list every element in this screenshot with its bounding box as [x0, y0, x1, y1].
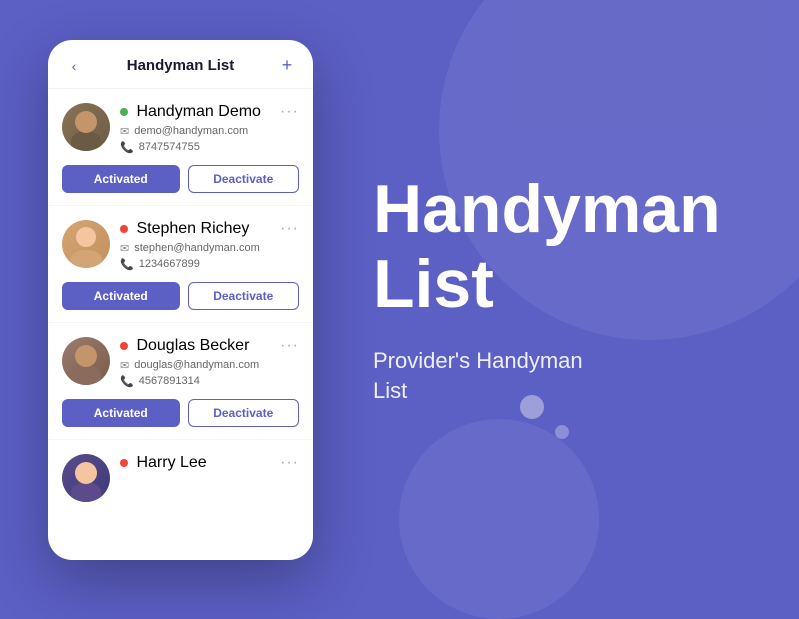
handyman-details: Douglas Becker ··· ✉ douglas@handyman.co… [120, 337, 299, 391]
handyman-details: Harry Lee ··· [120, 454, 299, 476]
screen-title: Handyman List [127, 57, 235, 74]
phone-icon: 📞 [120, 258, 134, 271]
list-item-partial: Harry Lee ··· [48, 440, 313, 516]
phone-header: ‹ Handyman List + [48, 40, 313, 89]
phone-icon: 📞 [120, 375, 134, 388]
action-row: Activated Deactivate [62, 165, 299, 193]
name-text: Harry Lee [136, 454, 206, 471]
name-row: Handyman Demo ··· [120, 103, 299, 121]
more-options-button[interactable]: ··· [280, 220, 299, 238]
handyman-name: Douglas Becker [120, 337, 249, 355]
name-row: Stephen Richey ··· [120, 220, 299, 238]
avatar [62, 103, 110, 151]
activated-button[interactable]: Activated [62, 165, 180, 193]
phone-screen: ‹ Handyman List + Handyman Demo ··· [48, 40, 313, 560]
email-row: ✉ stephen@handyman.com [120, 242, 299, 255]
email-text: demo@handyman.com [134, 125, 248, 137]
phone-text: 1234667899 [139, 258, 200, 270]
email-icon: ✉ [120, 359, 129, 372]
page-title: HandymanList [373, 172, 721, 322]
activated-button[interactable]: Activated [62, 399, 180, 427]
deactivate-button[interactable]: Deactivate [188, 165, 300, 193]
email-text: stephen@handyman.com [134, 242, 260, 254]
list-item: Stephen Richey ··· ✉ stephen@handyman.co… [48, 206, 313, 323]
handyman-name: Harry Lee [120, 454, 207, 472]
status-dot [120, 342, 128, 350]
deactivate-button[interactable]: Deactivate [188, 399, 300, 427]
more-options-button[interactable]: ··· [280, 103, 299, 121]
phone-text: 8747574755 [139, 141, 200, 153]
email-row: ✉ douglas@handyman.com [120, 359, 299, 372]
name-row: Douglas Becker ··· [120, 337, 299, 355]
handyman-name: Stephen Richey [120, 220, 249, 238]
email-text: douglas@handyman.com [134, 359, 259, 371]
email-row: ✉ demo@handyman.com [120, 125, 299, 138]
name-text: Stephen Richey [136, 220, 249, 237]
right-content-section: HandymanList Provider's HandymanList [373, 172, 721, 407]
email-icon: ✉ [120, 242, 129, 255]
status-dot [120, 225, 128, 233]
avatar [62, 337, 110, 385]
handyman-info-row: Harry Lee ··· [62, 454, 299, 502]
avatar [62, 454, 110, 502]
handyman-info-row: Handyman Demo ··· ✉ demo@handyman.com 📞 … [62, 103, 299, 157]
action-row: Activated Deactivate [62, 399, 299, 427]
name-text: Handyman Demo [136, 103, 261, 120]
handyman-details: Handyman Demo ··· ✉ demo@handyman.com 📞 … [120, 103, 299, 157]
handyman-name: Handyman Demo [120, 103, 261, 121]
phone-row: 📞 4567891314 [120, 375, 299, 388]
name-text: Douglas Becker [136, 337, 249, 354]
add-handyman-button[interactable]: + [277, 56, 297, 76]
handyman-info-row: Douglas Becker ··· ✉ douglas@handyman.co… [62, 337, 299, 391]
list-item: Douglas Becker ··· ✉ douglas@handyman.co… [48, 323, 313, 440]
bg-decoration-medium [399, 419, 599, 619]
avatar [62, 220, 110, 268]
phone-icon: 📞 [120, 141, 134, 154]
phone-row: 📞 1234667899 [120, 258, 299, 271]
status-dot [120, 108, 128, 116]
phone-row: 📞 8747574755 [120, 141, 299, 154]
handyman-details: Stephen Richey ··· ✉ stephen@handyman.co… [120, 220, 299, 274]
handyman-list-content: Handyman Demo ··· ✉ demo@handyman.com 📞 … [48, 89, 313, 557]
name-row: Harry Lee ··· [120, 454, 299, 472]
action-row: Activated Deactivate [62, 282, 299, 310]
phone-mockup: ‹ Handyman List + Handyman Demo ··· [48, 40, 313, 560]
email-icon: ✉ [120, 125, 129, 138]
status-dot [120, 459, 128, 467]
list-item: Handyman Demo ··· ✉ demo@handyman.com 📞 … [48, 89, 313, 206]
back-button[interactable]: ‹ [64, 56, 84, 76]
more-options-button[interactable]: ··· [280, 454, 299, 472]
phone-text: 4567891314 [139, 375, 200, 387]
more-options-button[interactable]: ··· [280, 337, 299, 355]
deactivate-button[interactable]: Deactivate [188, 282, 300, 310]
activated-button[interactable]: Activated [62, 282, 180, 310]
bg-decoration-tiny [555, 425, 569, 439]
handyman-info-row: Stephen Richey ··· ✉ stephen@handyman.co… [62, 220, 299, 274]
page-subtitle: Provider's HandymanList [373, 346, 721, 408]
